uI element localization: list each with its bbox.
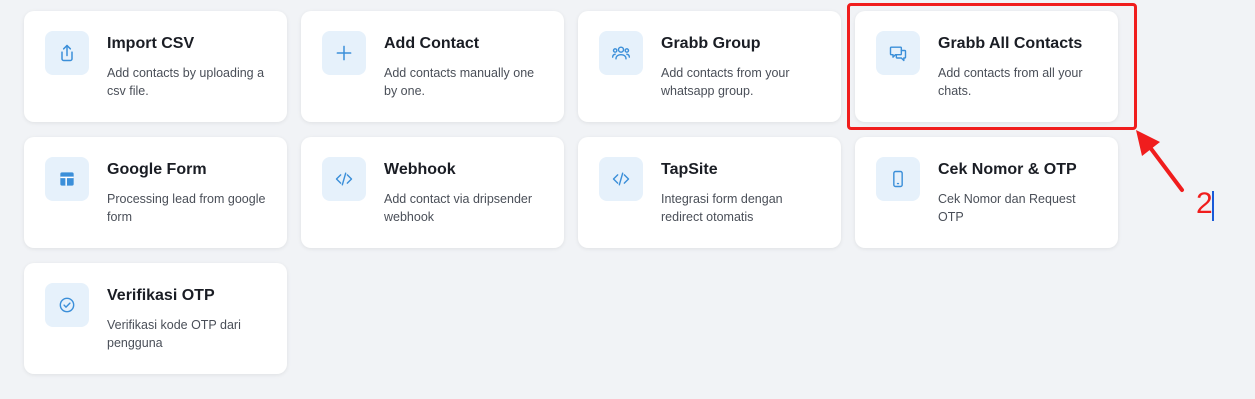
webhook-card[interactable]: Webhook Add contact via dripsender webho… [301, 137, 564, 248]
plus-icon [322, 31, 366, 75]
upload-icon [45, 31, 89, 75]
annotation-label: 2 [1196, 187, 1213, 220]
import-csv-card[interactable]: Import CSV Add contacts by uploading a c… [24, 11, 287, 122]
card-description: Add contacts from your whatsapp group. [661, 66, 790, 98]
card-description: Cek Nomor dan Request OTP [938, 192, 1076, 224]
card-title: Cek Nomor & OTP [938, 161, 1077, 178]
card-description: Add contacts manually one by one. [384, 66, 535, 98]
card-title: Import CSV [107, 35, 195, 52]
text-cursor [1212, 191, 1214, 221]
code-icon [599, 157, 643, 201]
grabb-group-card[interactable]: Grabb Group Add contacts from your whats… [578, 11, 841, 122]
users-icon [599, 31, 643, 75]
code-icon [322, 157, 366, 201]
card-title: Add Contact [384, 35, 480, 52]
verifikasi-otp-card[interactable]: Verifikasi OTP Verifikasi kode OTP dari … [24, 263, 287, 374]
annotation-arrow-icon [1136, 130, 1184, 192]
card-description: Add contacts by uploading a csv file. [107, 66, 265, 98]
card-title: TapSite [661, 161, 718, 178]
add-contact-card[interactable]: Add Contact Add contacts manually one by… [301, 11, 564, 122]
check-circle-icon [45, 283, 89, 327]
card-description: Integrasi form dengan redirect otomatis [661, 192, 783, 224]
card-description: Verifikasi kode OTP dari pengguna [107, 318, 241, 350]
card-title: Grabb Group [661, 35, 761, 52]
phone-icon [876, 157, 920, 201]
form-icon [45, 157, 89, 201]
tapsite-card[interactable]: TapSite Integrasi form dengan redirect o… [578, 137, 841, 248]
card-title: Google Form [107, 161, 207, 178]
google-form-card[interactable]: Google Form Processing lead from google … [24, 137, 287, 248]
cek-nomor-otp-card[interactable]: Cek Nomor & OTP Cek Nomor dan Request OT… [855, 137, 1118, 248]
highlight-box [847, 3, 1137, 130]
card-title: Webhook [384, 161, 456, 178]
card-title: Verifikasi OTP [107, 287, 215, 304]
card-description: Processing lead from google form [107, 192, 266, 224]
card-description: Add contact via dripsender webhook [384, 192, 533, 224]
